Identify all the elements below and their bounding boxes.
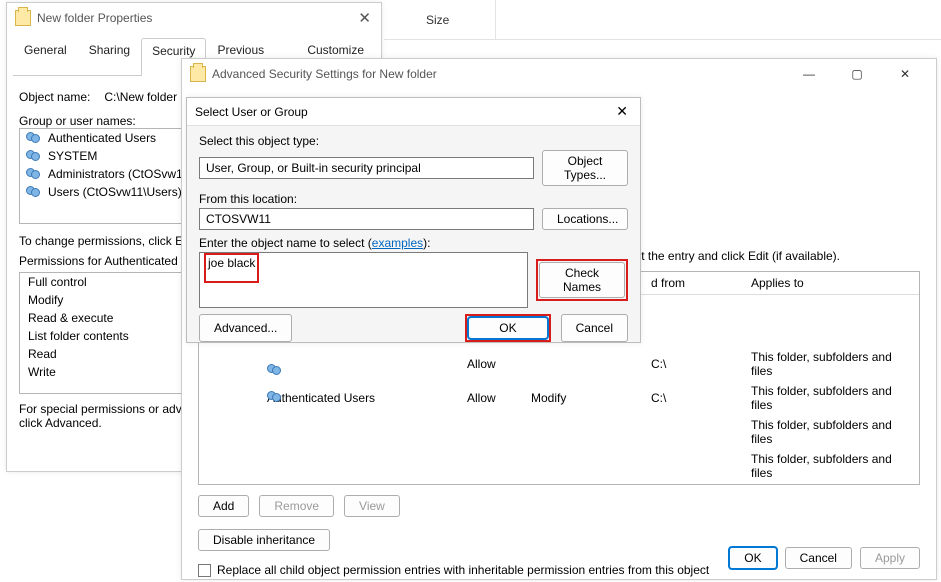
advanced-titlebar[interactable]: Advanced Security Settings for New folde…: [182, 59, 936, 89]
object-type-field[interactable]: [199, 157, 534, 179]
replace-checkbox[interactable]: [198, 564, 211, 577]
object-name-label: Object name:: [19, 90, 90, 104]
users-icon: [26, 168, 42, 180]
ok-button[interactable]: OK: [729, 547, 776, 569]
object-types-button[interactable]: Object Types...: [542, 150, 628, 186]
table-row[interactable]: This folder, subfolders and files: [199, 415, 919, 449]
view-button[interactable]: View: [344, 495, 400, 517]
ok-button[interactable]: OK: [468, 317, 547, 339]
users-icon: [26, 150, 42, 162]
tab-general[interactable]: General: [13, 37, 78, 75]
advanced-button[interactable]: Advanced...: [199, 314, 292, 342]
replace-checkbox-label: Replace all child object permission entr…: [217, 563, 709, 577]
remove-button[interactable]: Remove: [259, 495, 334, 517]
close-icon[interactable]: ✕: [888, 63, 922, 85]
folder-icon: [190, 66, 206, 82]
close-icon[interactable]: ✕: [612, 103, 632, 120]
location-field[interactable]: [199, 208, 534, 230]
examples-link[interactable]: examples: [372, 236, 423, 250]
properties-titlebar[interactable]: New folder Properties: [7, 3, 381, 33]
select-user-title: Select User or Group: [195, 105, 308, 119]
change-permissions-text: To change permissions, click Edi: [19, 234, 192, 248]
check-names-button[interactable]: Check Names: [539, 262, 625, 298]
users-icon: [26, 132, 42, 144]
table-row[interactable]: This folder, subfolders and files: [199, 449, 919, 483]
table-row[interactable]: Allow C:\This folder, subfolders and fil…: [199, 347, 919, 381]
cancel-button[interactable]: Cancel: [785, 547, 852, 569]
object-name-value: C:\New folder: [104, 90, 177, 104]
disable-inheritance-button[interactable]: Disable inheritance: [198, 529, 330, 551]
folder-icon: [15, 10, 31, 26]
table-row[interactable]: Authenticated Users AllowModify C:\This …: [199, 381, 919, 415]
cancel-button[interactable]: Cancel: [561, 314, 628, 342]
explorer-column-header: Size: [384, 0, 941, 40]
location-label: From this location:: [199, 192, 628, 206]
users-icon: [26, 186, 42, 198]
locations-button[interactable]: Locations...: [542, 208, 628, 230]
tab-sharing[interactable]: Sharing: [78, 37, 141, 75]
properties-title: New folder Properties: [37, 11, 373, 25]
apply-button[interactable]: Apply: [860, 547, 920, 569]
object-type-label: Select this object type:: [199, 134, 628, 148]
column-size[interactable]: Size: [418, 0, 496, 39]
minimize-icon[interactable]: —: [792, 63, 826, 85]
add-button[interactable]: Add: [198, 495, 249, 517]
object-name-label: Enter the object name to select (example…: [199, 236, 628, 250]
select-user-titlebar[interactable]: Select User or Group ✕: [187, 98, 640, 126]
close-icon[interactable]: ✕: [358, 9, 371, 27]
select-user-dialog: Select User or Group ✕ Select this objec…: [186, 97, 641, 343]
maximize-icon[interactable]: ▢: [840, 63, 874, 85]
object-name-input[interactable]: joe black: [199, 252, 528, 308]
advanced-title: Advanced Security Settings for New folde…: [212, 67, 792, 81]
